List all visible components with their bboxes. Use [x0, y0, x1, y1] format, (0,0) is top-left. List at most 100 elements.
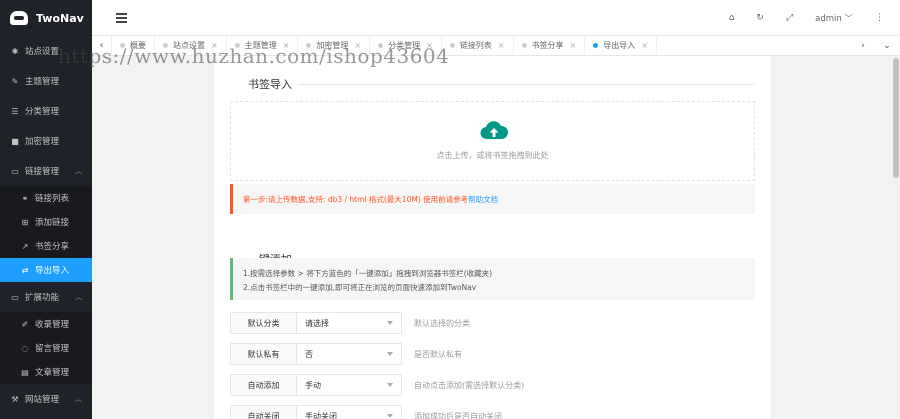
sidebar-item-label: 导出导入 — [35, 266, 70, 276]
close-icon[interactable]: × — [498, 41, 505, 50]
tab-scroll-right-icon[interactable]: › — [861, 41, 865, 51]
sidebar-item-site-settings[interactable]: ✱ 站点设置 — [0, 36, 92, 66]
scrollbar-thumb[interactable] — [893, 58, 899, 178]
sidebar-item-extensions[interactable]: ▭ 扩展功能 ︿ — [0, 282, 92, 312]
list-icon: ☰ — [11, 106, 19, 116]
app-name: TwoNav — [36, 11, 84, 25]
tab-encryption[interactable]: 加密管理 × — [298, 35, 371, 56]
chevron-up-icon: ︿ — [75, 167, 82, 175]
more-icon[interactable]: ⋮ — [875, 13, 884, 23]
tab-label: 加密管理 — [316, 41, 349, 50]
tab-bar: ‹ 概要 站点设置 × 主题管理 × 加密管理 × 分类管理 × 链接列表 × 书签分享 ×… — [92, 35, 900, 56]
select-value: 请选择 — [305, 318, 329, 328]
comment-icon: ◌ — [21, 343, 29, 353]
links-submenu: ⚭ 链接列表 ⊞ 添加链接 ↗ 书签分享 ⇄ 导出导入 — [0, 186, 92, 282]
app-logo[interactable]: TwoNav — [0, 0, 92, 36]
caret-down-icon — [387, 414, 393, 418]
cloud-upload-icon — [480, 121, 509, 140]
form-row-default-category: 默认分类 请选择 默认选择的分类 — [230, 312, 755, 334]
tab-themes[interactable]: 主题管理 × — [227, 35, 299, 56]
upload-dropzone[interactable]: 点击上传，或将书签拖拽到此处 — [230, 101, 755, 181]
sidebar-item-export-import[interactable]: ⇄ 导出导入 — [0, 258, 92, 282]
upload-instructions: 点击上传，或将书签拖拽到此处 — [436, 151, 549, 160]
quickadd-step-1: 1.按需选择参数 > 将下方蓝色的「一键添加」拖拽到浏览器书签栏(收藏夹) — [243, 269, 493, 278]
chevron-up-icon: ︿ — [75, 293, 82, 301]
form-hint: 默认选择的分类 — [414, 318, 470, 328]
link-icon: ⚭ — [21, 193, 29, 203]
menu-toggle-icon[interactable] — [116, 13, 127, 23]
sidebar-item-label: 书签分享 — [35, 242, 70, 252]
refresh-icon[interactable]: ↻ — [756, 13, 764, 23]
caret-down-icon — [387, 383, 393, 387]
sidebar-item-label: 站点设置 — [25, 47, 60, 57]
close-icon[interactable]: × — [641, 41, 648, 50]
close-icon[interactable]: × — [426, 41, 433, 50]
tab-scroll-left-icon[interactable]: ‹ — [92, 35, 112, 56]
sidebar-item-links[interactable]: ▭ 链接管理 ︿ — [0, 156, 92, 186]
sidebar-item-bookmark-share[interactable]: ↗ 书签分享 — [0, 234, 92, 258]
tab-label: 主题管理 — [244, 41, 277, 50]
tab-label: 概要 — [130, 41, 146, 50]
form-hint: 是否默认私有 — [414, 349, 462, 359]
folder-icon: ▭ — [11, 292, 19, 302]
sidebar-item-label: 网站管理 — [25, 395, 60, 405]
auto-close-select[interactable]: 手动关闭 — [297, 405, 402, 419]
auto-add-select[interactable]: 手动 — [297, 374, 402, 396]
sidebar-item-label: 加密管理 — [25, 137, 60, 147]
form-label: 默认分类 — [230, 312, 297, 334]
header-actions: ⌂ ↻ ⤢ admin ﹀ ⋮ — [729, 0, 884, 36]
tab-export-import[interactable]: 导出导入 × — [585, 35, 657, 56]
gear-icon: ✱ — [11, 46, 19, 56]
tab-label: 导出导入 — [603, 41, 636, 50]
tab-overview[interactable]: 概要 — [112, 35, 155, 56]
sidebar-item-label: 文章管理 — [35, 368, 70, 378]
form-hint: 自动点击添加(需选择默认分类) — [414, 380, 525, 390]
import-note-text: 第一步:请上传数据,支持: db3 / html 格式(最大10M) 使用前请参… — [243, 194, 469, 204]
sidebar-item-site-management[interactable]: ⚒ 网站管理 ︿ — [0, 384, 92, 414]
form-row-auto-add: 自动添加 手动 自动点击添加(需选择默认分类) — [230, 374, 755, 396]
sidebar-item-messages[interactable]: ◌ 留言管理 — [0, 336, 92, 360]
tab-link-list[interactable]: 链接列表 × — [442, 35, 514, 56]
sidebar-item-articles[interactable]: ▤ 文章管理 — [0, 360, 92, 384]
user-menu[interactable]: admin ﹀ — [815, 12, 853, 24]
sidebar-item-add-link[interactable]: ⊞ 添加链接 — [0, 210, 92, 234]
home-icon[interactable]: ⌂ — [729, 13, 735, 23]
chevron-down-icon[interactable]: ⌄ — [883, 41, 891, 51]
tab-site-settings[interactable]: 站点设置 × — [155, 35, 227, 56]
tab-label: 书签分享 — [531, 41, 564, 50]
username: admin — [815, 14, 842, 24]
help-doc-link[interactable]: 帮助文档 — [468, 194, 498, 205]
close-icon[interactable]: × — [283, 41, 290, 50]
close-icon[interactable]: × — [570, 41, 577, 50]
section-heading: 书签导入 — [230, 76, 298, 92]
tab-bookmark-share[interactable]: 书签分享 × — [514, 35, 586, 56]
quickadd-step-2: 2.点击书签栏中的一键添加,即可将正在浏览的页面快速添加到TwoNav — [243, 283, 477, 292]
quickadd-note: 1.按需选择参数 > 将下方蓝色的「一键添加」拖拽到浏览器书签栏(收藏夹) 2.… — [230, 258, 755, 300]
tab-categories[interactable]: 分类管理 × — [370, 35, 442, 56]
top-header: ⌂ ↻ ⤢ admin ﹀ ⋮ — [92, 0, 900, 36]
fullscreen-icon[interactable]: ⤢ — [786, 13, 793, 23]
caret-down-icon — [387, 352, 393, 356]
sidebar-item-label: 分类管理 — [25, 107, 60, 117]
sidebar-item-categories[interactable]: ☰ 分类管理 — [0, 96, 92, 126]
sidebar-item-themes[interactable]: ✎ 主题管理 — [0, 66, 92, 96]
sidebar-item-submissions[interactable]: ✐ 收录管理 — [0, 312, 92, 336]
default-private-select[interactable]: 否 — [297, 343, 402, 365]
main-content: 书签导入 点击上传，或将书签拖拽到此处 第一步:请上传数据,支持: db3 / … — [214, 56, 771, 419]
brush-icon: ✎ — [11, 76, 19, 86]
page-scrollbar[interactable] — [892, 56, 900, 419]
pen-icon: ✐ — [21, 319, 29, 329]
sidebar-item-label: 留言管理 — [35, 344, 70, 354]
close-icon[interactable]: × — [211, 41, 218, 50]
sidebar-item-link-list[interactable]: ⚭ 链接列表 — [0, 186, 92, 210]
tab-label: 分类管理 — [388, 41, 421, 50]
chevron-up-icon: ︿ — [75, 395, 82, 403]
folder-icon: ▭ — [11, 166, 19, 176]
sidebar-item-label: 链接管理 — [25, 167, 60, 177]
default-category-select[interactable]: 请选择 — [297, 312, 402, 334]
close-icon[interactable]: × — [354, 41, 361, 50]
plus-square-icon: ⊞ — [21, 217, 29, 227]
sidebar-item-encryption[interactable]: ■ 加密管理 — [0, 126, 92, 156]
sidebar-item-label: 收录管理 — [35, 320, 70, 330]
tab-label: 站点设置 — [173, 41, 205, 50]
